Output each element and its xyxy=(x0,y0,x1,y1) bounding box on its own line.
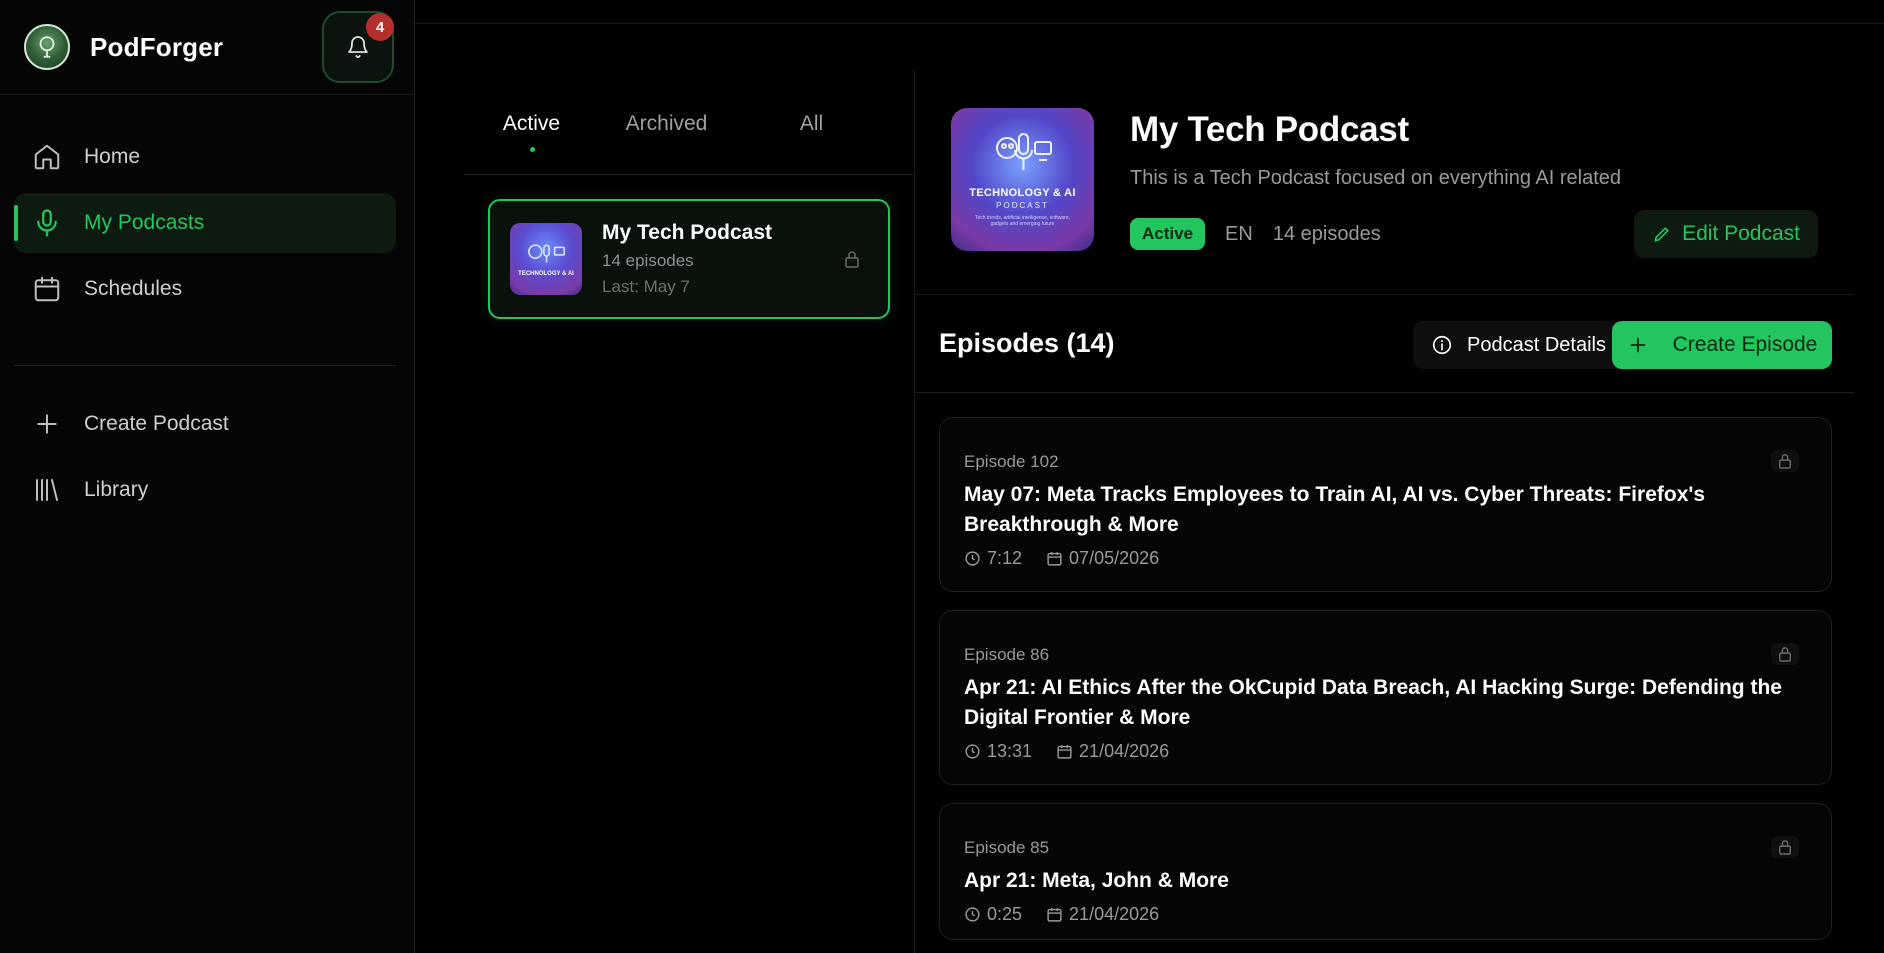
podcast-card-episodes: 14 episodes xyxy=(602,251,694,270)
lock-icon xyxy=(1779,454,1791,469)
edit-podcast-button[interactable]: Edit Podcast xyxy=(1634,210,1818,258)
library-icon xyxy=(36,479,58,501)
episode-title: Apr 21: Meta, John & More xyxy=(964,869,1229,892)
episode-title: May 07: Meta Tracks Employees to Train A… xyxy=(964,483,1706,536)
episode-card[interactable]: Episode 102 May 07: Meta Tracks Employee… xyxy=(939,417,1832,592)
robot-microphone-icon xyxy=(528,244,565,263)
podcast-tabs: Active Archived All xyxy=(464,70,914,175)
sidebar-item-label: Schedules xyxy=(84,277,183,300)
lock-icon xyxy=(845,251,859,268)
tree-icon xyxy=(39,36,55,58)
cover-title: TECHNOLOGY & AI xyxy=(969,187,1076,199)
cover-tagline: Tech trends, artificial intelligence, so… xyxy=(974,215,1071,227)
episode-number: Episode 86 xyxy=(964,645,1050,664)
sidebar-item-label: My Podcasts xyxy=(84,211,205,234)
episode-count: 14 episodes xyxy=(1272,222,1381,245)
app-name: PodForger xyxy=(90,31,224,62)
podcast-list-panel: Active Archived All TECHNOLOGY & AI My T… xyxy=(464,70,914,319)
podcast-details-label: Podcast Details xyxy=(1467,333,1606,356)
episode-list: Episode 102 May 07: Meta Tracks Employee… xyxy=(915,393,1854,940)
sidebar-nav: Home My Podcasts Schedules Create Podcas… xyxy=(0,95,414,520)
notification-badge: 4 xyxy=(366,13,394,41)
tab-archived[interactable]: Archived xyxy=(599,112,734,136)
sidebar-item-home[interactable]: Home xyxy=(14,127,396,187)
create-episode-button[interactable]: Create Episode xyxy=(1612,321,1832,369)
episode-card[interactable]: Episode 86 Apr 21: AI Ethics After the O… xyxy=(939,610,1832,785)
episodes-header: Episodes (14) Podcast Details Create Epi… xyxy=(915,295,1854,393)
lock-icon xyxy=(1779,647,1791,662)
episode-card[interactable]: Episode 85 Apr 21: Meta, John & More 0:2… xyxy=(939,803,1832,940)
episode-duration: 7:12 xyxy=(987,548,1023,568)
episode-number: Episode 102 xyxy=(964,452,1059,471)
podcast-header: TECHNOLOGY & AI PODCAST Tech trends, art… xyxy=(915,70,1854,295)
podcast-meta: Active EN 14 episodes xyxy=(1130,218,1381,250)
episode-date: 07/05/2026 xyxy=(1069,548,1160,568)
language-label: EN xyxy=(1225,222,1253,245)
bell-icon xyxy=(348,36,368,58)
calendar-icon xyxy=(1047,908,1062,922)
podcast-cover: TECHNOLOGY & AI PODCAST Tech trends, art… xyxy=(951,108,1094,251)
episode-duration: 0:25 xyxy=(987,904,1023,924)
podcast-description: This is a Tech Podcast focused on everyt… xyxy=(1130,167,1622,189)
sidebar-item-label: Home xyxy=(84,145,141,168)
episode-meta: 0:25 21/04/2026 xyxy=(964,904,1807,925)
create-episode-label: Create Episode xyxy=(1672,333,1818,356)
podcast-card-last: Last: May 7 xyxy=(602,277,690,296)
top-bar xyxy=(415,0,1884,24)
sidebar-item-label: Library xyxy=(84,478,149,501)
notifications-button[interactable]: 4 xyxy=(322,11,394,83)
sidebar-item-my-podcasts[interactable]: My Podcasts xyxy=(14,193,396,253)
calendar-icon xyxy=(1047,552,1062,566)
episode-date: 21/04/2026 xyxy=(1079,741,1170,761)
sidebar-item-schedules[interactable]: Schedules xyxy=(14,259,396,319)
episode-duration: 13:31 xyxy=(987,741,1033,761)
microphone-icon xyxy=(37,209,57,237)
sidebar-item-label: Create Podcast xyxy=(84,412,229,435)
brand-bar: PodForger 4 xyxy=(0,0,414,95)
sidebar-item-create-podcast[interactable]: Create Podcast xyxy=(14,394,396,454)
episode-meta: 7:12 07/05/2026 xyxy=(964,548,1807,569)
podforger-logo[interactable] xyxy=(24,24,70,70)
episodes-title: Episodes (14) xyxy=(939,328,1115,358)
podcast-card-selected[interactable]: TECHNOLOGY & AI My Tech Podcast 14 episo… xyxy=(488,199,890,319)
pencil-icon xyxy=(1654,227,1669,242)
cover-subtitle: PODCAST xyxy=(996,201,1049,210)
calendar-icon xyxy=(1057,745,1072,759)
clock-icon xyxy=(965,907,980,922)
episode-title: Apr 21: AI Ethics After the OkCupid Data… xyxy=(964,676,1782,729)
podcast-details-button[interactable]: Podcast Details xyxy=(1413,321,1624,369)
nav-divider xyxy=(14,365,396,366)
podcast-card-title: My Tech Podcast xyxy=(602,221,772,244)
podcast-thumbnail: TECHNOLOGY & AI xyxy=(510,223,582,295)
clock-icon xyxy=(965,551,980,566)
calendar-icon xyxy=(34,276,60,302)
status-badge: Active xyxy=(1130,218,1206,250)
info-icon xyxy=(1432,335,1452,355)
podcast-card-info: My Tech Podcast 14 episodes Last: May 7 xyxy=(602,221,772,297)
episode-date: 21/04/2026 xyxy=(1069,904,1160,924)
episode-number: Episode 85 xyxy=(964,838,1050,857)
episode-meta: 13:31 21/04/2026 xyxy=(964,741,1807,762)
episode-lock-button[interactable] xyxy=(1771,450,1799,472)
tab-all[interactable]: All xyxy=(744,112,879,136)
sidebar: PodForger 4 Home My Podcasts Schedules C… xyxy=(0,0,415,953)
thumbnail-text: TECHNOLOGY & AI xyxy=(518,271,574,277)
sidebar-item-library[interactable]: Library xyxy=(14,460,396,520)
podcast-title: My Tech Podcast xyxy=(1130,110,1409,149)
episode-lock-button[interactable] xyxy=(1771,836,1799,858)
tab-active[interactable]: Active xyxy=(464,112,599,152)
lock-icon xyxy=(1779,840,1791,855)
episode-lock-button[interactable] xyxy=(1771,643,1799,665)
edit-podcast-label: Edit Podcast xyxy=(1682,222,1800,245)
home-icon xyxy=(34,144,60,170)
plus-icon xyxy=(37,414,57,434)
plus-icon xyxy=(1630,337,1645,353)
robot-microphone-icon xyxy=(995,133,1052,170)
clock-icon xyxy=(965,744,980,759)
podcast-detail-panel: TECHNOLOGY & AI PODCAST Tech trends, art… xyxy=(914,70,1854,953)
